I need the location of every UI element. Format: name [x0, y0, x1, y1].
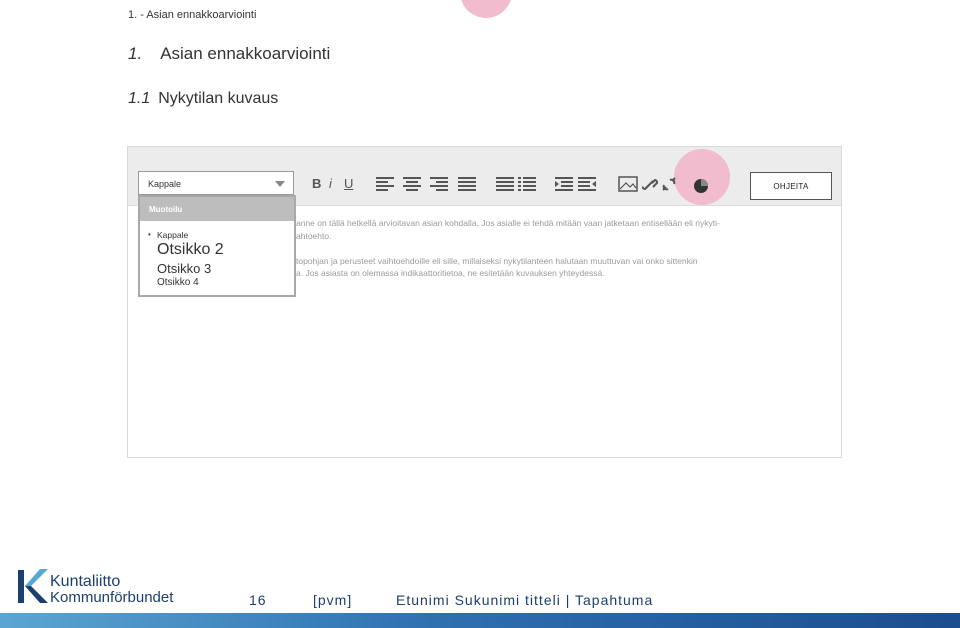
- bulleted-list-icon[interactable]: [496, 177, 516, 191]
- outdent-icon[interactable]: [555, 177, 575, 191]
- editor-text-line[interactable]: topohjan ja perusteet vaihtoehdoille eli…: [296, 255, 698, 267]
- footer-date: [pvm]: [313, 592, 353, 608]
- footer-color-bar: [0, 613, 960, 628]
- editor-text-line[interactable]: a. Jos asiasta on olemassa indikaattorit…: [296, 267, 605, 279]
- kuntaliitto-logo-icon: [18, 569, 48, 603]
- bold-button[interactable]: B: [312, 176, 321, 191]
- block-format-select[interactable]: Kappale: [138, 171, 294, 195]
- page-title: 1. Asian ennakkoarviointi: [128, 44, 330, 64]
- page-title-text: Asian ennakkoarviointi: [160, 44, 331, 63]
- help-button[interactable]: OHJEITA: [750, 172, 832, 200]
- menu-header: Muotoilu: [140, 197, 294, 221]
- highlight-circle-top: [460, 0, 512, 18]
- footer-presenter: Etunimi Sukunimi titteli | Tapahtuma: [396, 592, 654, 608]
- italic-button[interactable]: i: [329, 176, 332, 191]
- section-title: 1.1 Nykytilan kuvaus: [128, 90, 278, 108]
- selected-bullet: •: [148, 230, 151, 239]
- page-title-number: 1.: [128, 44, 143, 63]
- logo-text-fi: Kuntaliitto: [50, 573, 121, 590]
- rich-text-editor: Kappale B i U OHJEITA anne on tällä hetk…: [127, 146, 842, 458]
- underline-button[interactable]: U: [344, 176, 353, 191]
- link-icon[interactable]: [642, 177, 658, 192]
- breadcrumb: 1. - Asian ennakkoarviointi: [128, 9, 257, 21]
- menu-option-otsikko-3[interactable]: Otsikko 3: [157, 261, 211, 276]
- align-justify-icon[interactable]: [458, 177, 478, 191]
- indent-icon[interactable]: [578, 177, 598, 191]
- block-format-menu: Muotoilu • Kappale Otsikko 2 Otsikko 3 O…: [138, 195, 296, 297]
- section-title-text: Nykytilan kuvaus: [158, 90, 279, 107]
- highlight-circle: [674, 149, 730, 205]
- align-left-icon[interactable]: [376, 177, 396, 191]
- numbered-list-icon[interactable]: [518, 177, 538, 191]
- page-number: 16: [249, 592, 267, 608]
- editor-text-line[interactable]: anne on tällä hetkellä arvioitavan asian…: [296, 217, 720, 229]
- image-icon[interactable]: [618, 176, 638, 192]
- align-right-icon[interactable]: [430, 177, 450, 191]
- help-button-label: OHJEITA: [773, 182, 809, 191]
- logo-text-sv: Kommunförbundet: [50, 589, 174, 606]
- block-format-value: Kappale: [148, 179, 182, 189]
- menu-option-otsikko-4[interactable]: Otsikko 4: [157, 277, 199, 288]
- menu-option-otsikko-2[interactable]: Otsikko 2: [157, 241, 224, 259]
- section-title-number: 1.1: [128, 90, 151, 107]
- menu-option-kappale[interactable]: Kappale: [157, 230, 188, 240]
- align-center-icon[interactable]: [403, 177, 423, 191]
- chevron-down-icon[interactable]: [275, 181, 285, 187]
- editor-text-line[interactable]: ahtoehto.: [296, 230, 331, 242]
- unlink-icon[interactable]: [661, 177, 677, 192]
- chart-icon[interactable]: [693, 178, 709, 194]
